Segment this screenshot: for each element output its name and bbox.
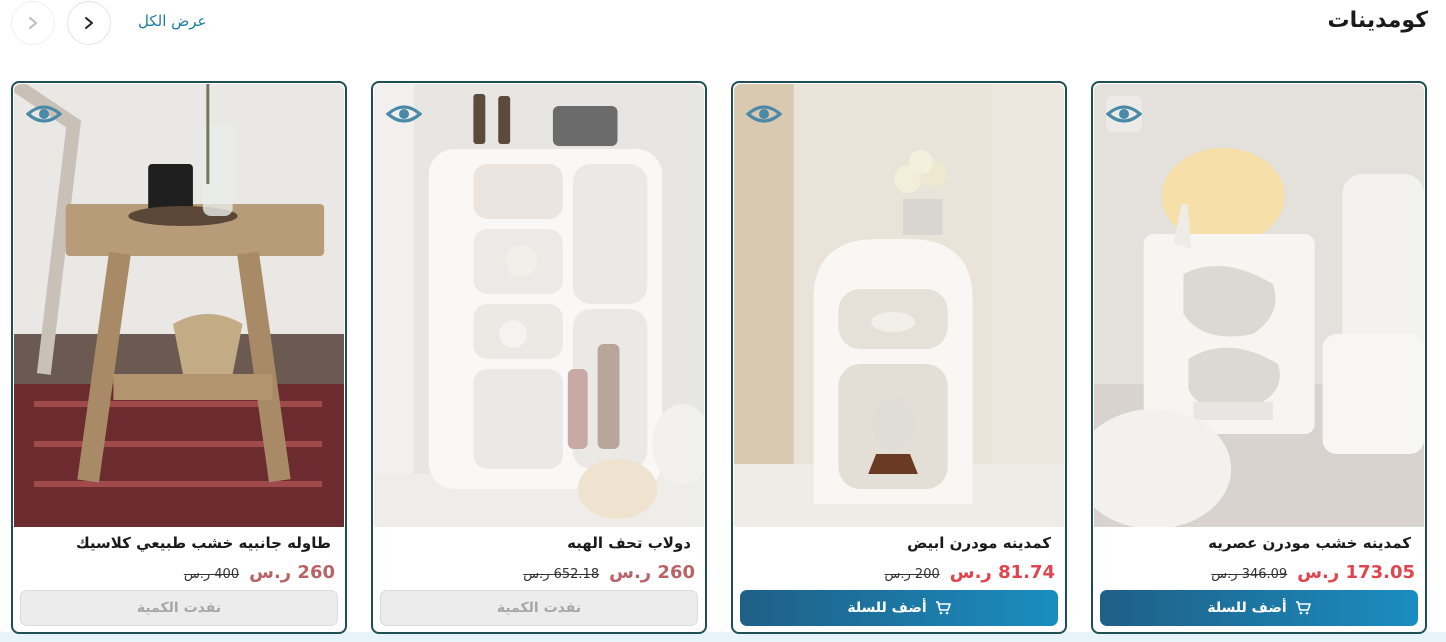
section-title: كومدينات [1327,8,1428,33]
out-of-stock-button[interactable]: نفدت الكمية [20,590,338,626]
product-title[interactable]: كمدينه خشب مودرن عصريه [1107,534,1411,552]
sale-price: 173.05 ر.س [1297,562,1415,583]
chevron-left-icon [29,17,37,29]
price-row: 260 ر.س 400 ر.س [184,562,335,583]
old-price: 346.09 ر.س [1211,567,1288,582]
sale-price: 81.74 ر.س [949,562,1055,583]
price-row: 173.05 ر.س 346.09 ر.س [1211,562,1415,583]
chevron-right-icon [85,17,93,29]
out-of-stock-label: نفدت الكمية [136,600,222,616]
add-to-cart-button[interactable]: أضف للسلة [740,590,1058,626]
product-image[interactable] [374,84,704,527]
old-price: 400 ر.س [183,567,240,582]
carousel-next-button[interactable] [11,1,55,45]
product-card[interactable]: طاوله جانبيه خشب طبيعي كلاسيك 260 ر.س 40… [11,81,347,634]
price: 260 ر.س [609,562,695,583]
product-image[interactable] [1094,84,1424,527]
product-card[interactable]: كمدينه مودرن ابيض 81.74 ر.س 200 ر.س أضف … [731,81,1067,634]
product-title[interactable]: كمدينه مودرن ابيض [747,534,1051,552]
product-title[interactable]: طاوله جانبيه خشب طبيعي كلاسيك [27,534,331,552]
product-card[interactable]: دولاب تحف الهبه 260 ر.س 652.18 ر.س نفدت … [371,81,707,634]
product-card[interactable]: كمدينه خشب مودرن عصريه 173.05 ر.س 346.09… [1091,81,1427,634]
quick-view-button[interactable] [746,96,782,132]
product-image[interactable] [14,84,344,527]
eye-icon [1106,105,1142,123]
old-price: 200 ر.س [884,567,940,582]
cart-icon [1295,601,1311,615]
view-all-link[interactable]: عرض الكل [138,12,207,30]
price-row: 260 ر.س 652.18 ر.س [523,562,695,583]
eye-icon [746,105,782,123]
eye-icon [26,105,62,123]
cart-icon [935,601,951,615]
add-to-cart-button[interactable]: أضف للسلة [1100,590,1418,626]
price: 260 ر.س [249,562,335,583]
product-image[interactable] [734,84,1064,527]
price-row: 81.74 ر.س 200 ر.س [885,562,1056,583]
old-price: 652.18 ر.س [523,567,600,582]
add-to-cart-label: أضف للسلة [1207,600,1287,616]
out-of-stock-label: نفدت الكمية [496,600,582,616]
product-title[interactable]: دولاب تحف الهبه [387,534,691,552]
quick-view-button[interactable] [26,96,62,132]
quick-view-button[interactable] [386,96,422,132]
eye-icon [386,105,422,123]
out-of-stock-button[interactable]: نفدت الكمية [380,590,698,626]
quick-view-button[interactable] [1106,96,1142,132]
add-to-cart-label: أضف للسلة [847,600,927,616]
carousel-prev-button[interactable] [67,1,111,45]
